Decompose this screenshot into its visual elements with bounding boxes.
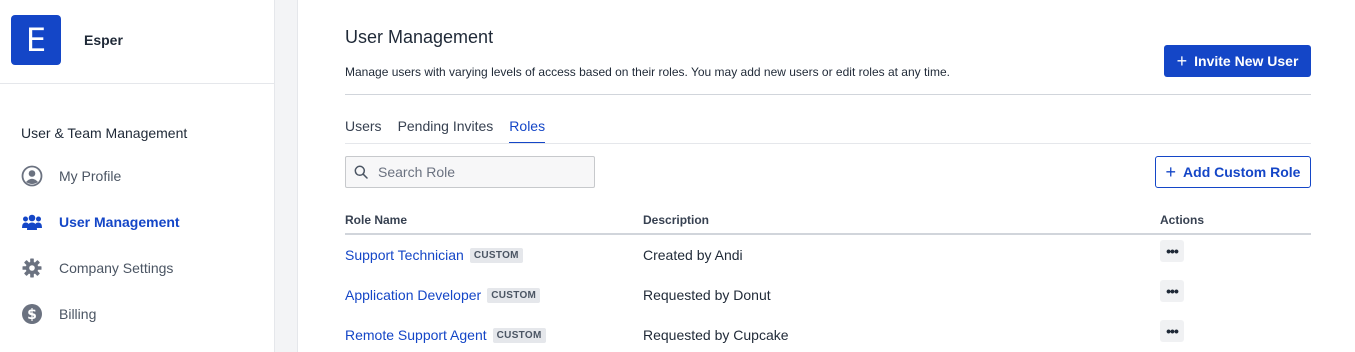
layout-gutter — [275, 0, 297, 352]
more-horizontal-icon: ••• — [1166, 323, 1179, 339]
table-row: Remote Support Agent CUSTOM Requested by… — [345, 320, 1311, 352]
sidebar-item-label: My Profile — [59, 168, 122, 184]
row-actions-button[interactable]: ••• — [1160, 320, 1184, 342]
sidebar-item-company-settings[interactable]: Company Settings — [20, 254, 260, 282]
custom-badge: CUSTOM — [492, 327, 546, 343]
org-name: Esper — [84, 32, 123, 48]
role-name-cell: Support Technician CUSTOM — [345, 247, 523, 263]
gear-icon — [20, 256, 44, 280]
tab-users[interactable]: Users — [345, 118, 382, 144]
more-horizontal-icon: ••• — [1166, 243, 1179, 259]
row-actions-button[interactable]: ••• — [1160, 280, 1184, 302]
sidebar-section-title: User & Team Management — [21, 125, 188, 141]
invite-new-user-button[interactable]: + Invite New User — [1164, 45, 1311, 77]
company-logo[interactable]: E — [11, 15, 61, 65]
column-header-description: Description — [643, 213, 710, 227]
row-actions-button[interactable]: ••• — [1160, 240, 1184, 262]
role-name-link[interactable]: Remote Support Agent — [345, 327, 487, 343]
more-horizontal-icon: ••• — [1166, 283, 1179, 299]
sidebar-item-user-management[interactable]: User Management — [20, 208, 260, 236]
tab-bar: Users Pending Invites Roles — [345, 118, 561, 144]
users-icon — [20, 210, 44, 234]
table-header-divider — [345, 233, 1311, 235]
tab-pending-invites[interactable]: Pending Invites — [398, 118, 494, 144]
sidebar-item-billing[interactable]: $ Billing — [20, 300, 260, 328]
user-circle-icon — [20, 164, 44, 188]
header-divider — [345, 94, 1311, 95]
invite-button-label: Invite New User — [1194, 53, 1299, 69]
sidebar-item-label: Company Settings — [59, 260, 174, 276]
add-button-label: Add Custom Role — [1183, 164, 1301, 180]
role-name-cell: Remote Support Agent CUSTOM — [345, 327, 546, 343]
dollar-icon: $ — [20, 302, 44, 326]
custom-badge: CUSTOM — [487, 287, 541, 303]
role-name-link[interactable]: Application Developer — [345, 287, 481, 303]
page-description: Manage users with varying levels of acce… — [345, 65, 950, 79]
main-panel: User Management Manage users with varyin… — [297, 0, 1355, 352]
search-input[interactable] — [378, 164, 578, 180]
plus-icon: + — [1176, 50, 1188, 71]
role-description: Requested by Donut — [643, 287, 771, 303]
tab-roles[interactable]: Roles — [509, 118, 546, 144]
search-role-field — [345, 156, 595, 188]
role-description: Requested by Cupcake — [643, 327, 789, 343]
page-title: User Management — [345, 27, 494, 47]
sidebar-item-label: User Management — [59, 214, 180, 230]
sidebar-item-label: Billing — [59, 306, 97, 322]
column-header-role-name: Role Name — [345, 213, 408, 227]
column-header-actions: Actions — [1160, 213, 1205, 227]
search-icon — [354, 165, 368, 179]
plus-icon: + — [1165, 161, 1177, 182]
add-custom-role-button[interactable]: + Add Custom Role — [1155, 156, 1311, 188]
role-description: Created by Andi — [643, 247, 743, 263]
sidebar: E Esper User & Team Management My Profil… — [0, 0, 275, 352]
role-name-link[interactable]: Support Technician — [345, 247, 464, 263]
brand-header: E Esper — [0, 0, 274, 84]
role-name-cell: Application Developer CUSTOM — [345, 287, 541, 303]
svg-text:$: $ — [27, 307, 37, 323]
custom-badge: CUSTOM — [469, 247, 523, 263]
tabs-divider — [345, 143, 1311, 144]
sidebar-item-my-profile[interactable]: My Profile — [20, 162, 260, 190]
